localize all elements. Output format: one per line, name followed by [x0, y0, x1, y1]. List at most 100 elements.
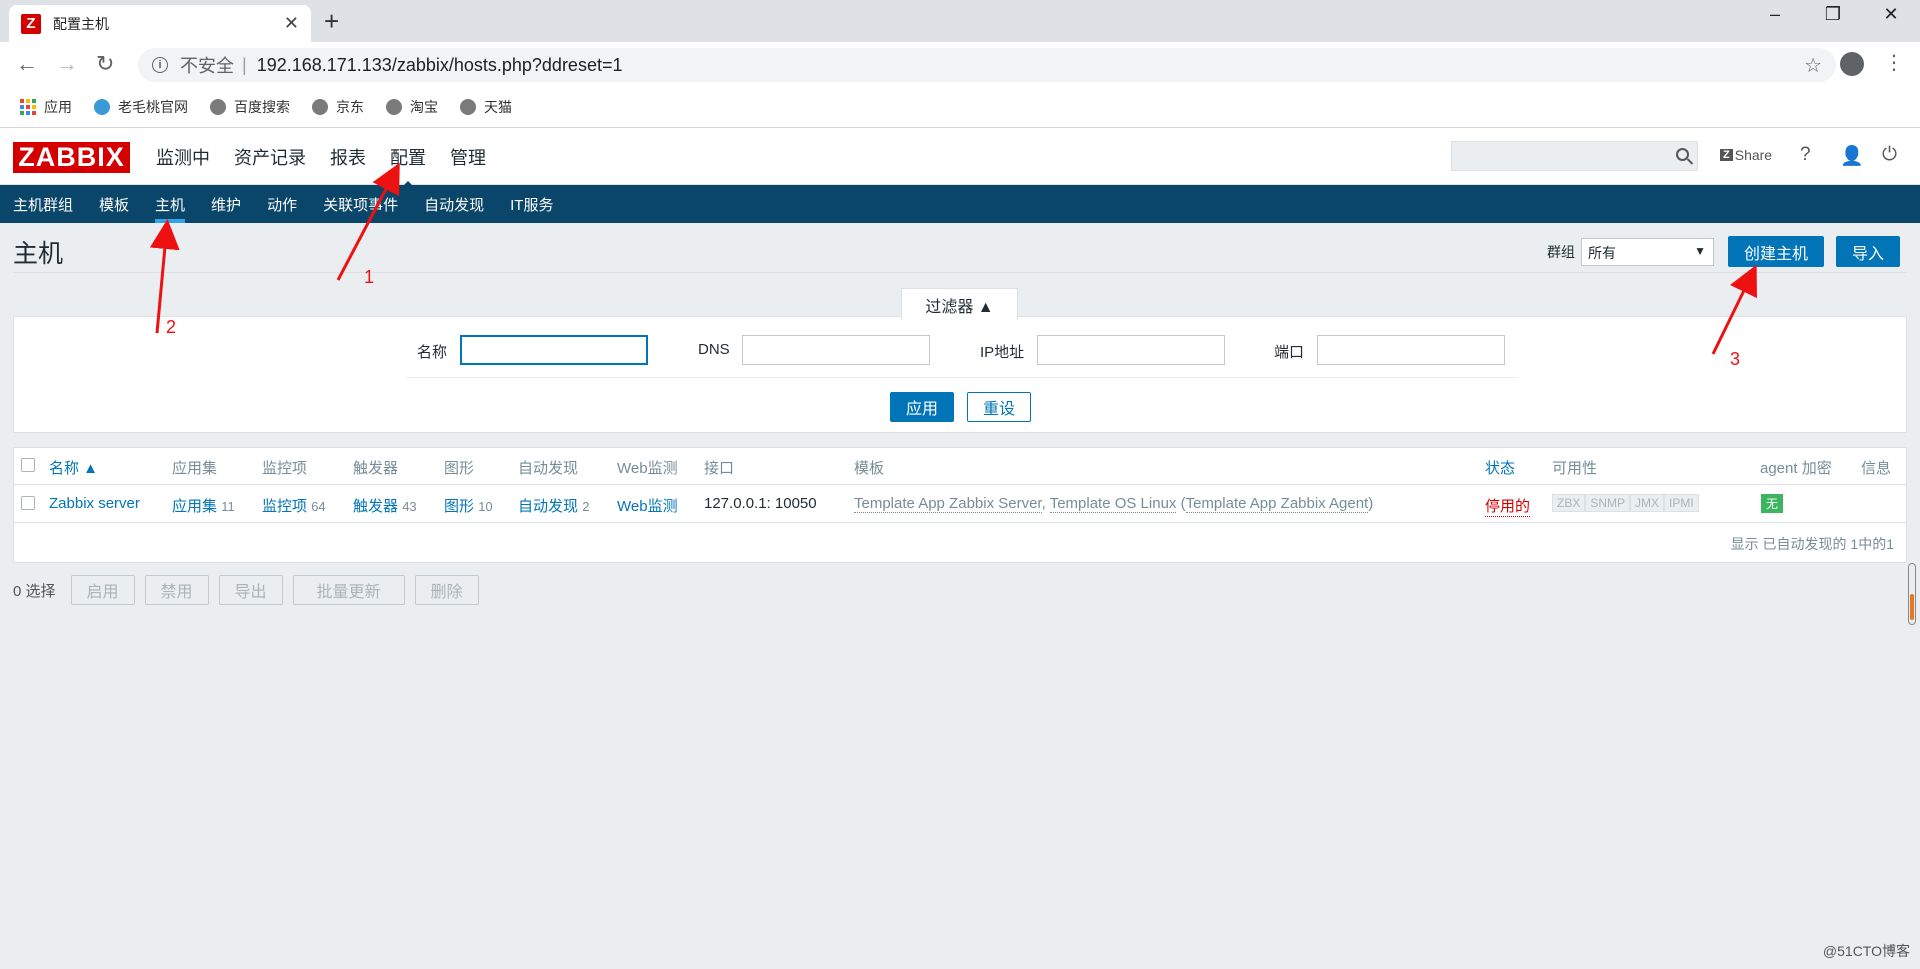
create-host-button[interactable]: 创建主机 [1728, 236, 1824, 267]
enable-button[interactable]: 启用 [70, 575, 135, 605]
delete-button[interactable]: 删除 [414, 575, 479, 605]
applications-count: 11 [221, 499, 235, 514]
filter-dns-input[interactable] [742, 335, 930, 365]
laomaotao-icon [94, 98, 110, 115]
filter-name-label: 名称 [417, 344, 448, 361]
scrollbar[interactable] [1908, 563, 1916, 625]
back-icon[interactable]: ← [16, 51, 38, 77]
window-close-icon[interactable]: ✕ [1868, 4, 1914, 25]
interface-cell: 127.0.0.1: 10050 [704, 495, 817, 512]
submenu-host-groups[interactable]: 主机群组 [13, 194, 73, 215]
bookmark-jd[interactable]: 京东 [312, 97, 364, 117]
template-link[interactable]: Template App Zabbix Server [854, 495, 1042, 513]
submenu-discovery[interactable]: 自动发现 [424, 194, 484, 215]
logout-icon[interactable]: ⏻ [1882, 144, 1897, 166]
menu-administration[interactable]: 管理 [450, 144, 486, 170]
zabbix-logo[interactable]: ZABBIX [13, 142, 130, 173]
share-button[interactable]: Z Share [1720, 147, 1772, 163]
triggers-link[interactable]: 触发器 [353, 498, 398, 515]
browser-menu-icon[interactable]: ⋮ [1884, 50, 1904, 75]
filter-port-input[interactable] [1317, 335, 1505, 365]
filter-apply-button[interactable]: 应用 [890, 392, 954, 422]
zbx-badge: ZBX [1552, 494, 1586, 512]
template-link[interactable]: Template App Zabbix Agent [1185, 495, 1369, 513]
menu-configuration[interactable]: 配置 [390, 144, 426, 170]
new-tab-icon[interactable]: + [324, 6, 339, 37]
row-checkbox[interactable] [21, 496, 35, 510]
title-divider [13, 272, 1907, 273]
group-select[interactable]: 所有 ▼ [1581, 237, 1714, 266]
select-all-checkbox[interactable] [21, 458, 35, 472]
browser-tab[interactable]: Z 配置主机 ✕ [9, 5, 311, 42]
search-icon[interactable] [1676, 148, 1689, 161]
web-link[interactable]: Web监测 [617, 495, 678, 516]
user-profile-icon[interactable]: 👤 [1840, 144, 1864, 168]
bookmark-baidu[interactable]: 百度搜索 [210, 97, 290, 117]
items-link[interactable]: 监控项 [262, 498, 307, 515]
discovery-link[interactable]: 自动发现 [518, 498, 578, 515]
insecure-label: 不安全 [180, 56, 234, 76]
host-name-link[interactable]: Zabbix server [49, 495, 140, 512]
bookmarks-bar: 应用 老毛桃官网 百度搜索 京东 淘宝 天猫 [0, 86, 1920, 128]
col-status-header[interactable]: 状态 [1485, 457, 1515, 478]
submenu-hosts[interactable]: 主机 [155, 194, 186, 223]
import-button[interactable]: 导入 [1836, 236, 1900, 267]
row-divider [14, 522, 1906, 523]
snmp-badge: SNMP [1585, 494, 1631, 512]
submenu-event-correlation[interactable]: 关联项事件 [323, 194, 398, 215]
restore-icon[interactable]: ❐ [1810, 4, 1856, 25]
profile-icon[interactable] [1840, 52, 1864, 76]
submenu-templates[interactable]: 模板 [99, 194, 129, 215]
filter-name-input[interactable] [460, 335, 648, 365]
global-search-input[interactable] [1451, 141, 1698, 171]
col-name-header[interactable]: 名称 ▲ [49, 457, 98, 478]
export-button[interactable]: 导出 [218, 575, 283, 605]
bookmark-apps[interactable]: 应用 [20, 97, 72, 117]
group-select-value: 所有 [1588, 244, 1616, 261]
forward-icon[interactable]: → [56, 51, 78, 77]
mass-update-button[interactable]: 批量更新 [292, 575, 405, 605]
col-web-header: Web监测 [617, 460, 678, 477]
annotation-label-1: 1 [364, 267, 375, 287]
templates-cell: Template App Zabbix Server, Template OS … [854, 495, 1374, 513]
template-link[interactable]: Template OS Linux [1049, 495, 1177, 513]
col-availability-header: 可用性 [1552, 460, 1598, 477]
status-disabled-link[interactable]: 停用的 [1485, 495, 1531, 517]
page-title: 主机 [13, 240, 64, 268]
col-applications-header: 应用集 [172, 460, 218, 477]
reload-icon[interactable]: ↻ [96, 51, 114, 77]
info-icon[interactable]: i [152, 57, 168, 73]
triggers-cell: 触发器 43 [353, 495, 417, 516]
submenu-actions[interactable]: 动作 [267, 194, 297, 215]
col-triggers-header: 触发器 [353, 460, 399, 477]
annotation-label-3: 3 [1730, 349, 1741, 369]
filter-separator [406, 377, 1518, 378]
scrollbar-thumb[interactable] [1910, 594, 1914, 620]
bookmark-star-icon[interactable]: ☆ [1804, 53, 1822, 78]
graphs-link[interactable]: 图形 [444, 498, 474, 515]
filter-panel: 名称 DNS IP地址 端口 应用 重设 [13, 316, 1907, 433]
submenu-it-services[interactable]: IT服务 [510, 194, 553, 215]
filter-reset-button[interactable]: 重设 [967, 392, 1031, 422]
menu-inventory[interactable]: 资产记录 [234, 144, 306, 170]
url-omnibox[interactable]: i 不安全 | 192.168.171.133/zabbix/hosts.php… [138, 48, 1836, 82]
menu-reports[interactable]: 报表 [330, 144, 366, 170]
url-text[interactable]: 192.168.171.133/zabbix/hosts.php?ddreset… [257, 55, 623, 76]
col-encryption-header: agent 加密 [1760, 460, 1832, 477]
bookmark-taobao[interactable]: 淘宝 [386, 97, 438, 117]
menu-monitoring[interactable]: 监测中 [156, 144, 210, 170]
tab-close-icon[interactable]: ✕ [284, 13, 299, 34]
address-bar: ← → ↻ i 不安全 | 192.168.171.133/zabbix/hos… [0, 42, 1920, 86]
group-label: 群组 [1547, 243, 1575, 260]
filter-ip-input[interactable] [1037, 335, 1225, 365]
filter-port-label: 端口 [1274, 344, 1305, 361]
tab-title: 配置主机 [53, 15, 109, 32]
submenu-maintenance[interactable]: 维护 [211, 194, 241, 215]
bookmark-tmall[interactable]: 天猫 [460, 97, 512, 117]
bookmark-laomaotao[interactable]: 老毛桃官网 [94, 97, 188, 117]
applications-link[interactable]: 应用集 [172, 498, 217, 515]
disable-button[interactable]: 禁用 [144, 575, 209, 605]
filter-tab[interactable]: 过滤器 ▲ [901, 288, 1018, 320]
help-icon[interactable]: ? [1800, 144, 1811, 166]
minimize-icon[interactable]: – [1752, 4, 1798, 25]
